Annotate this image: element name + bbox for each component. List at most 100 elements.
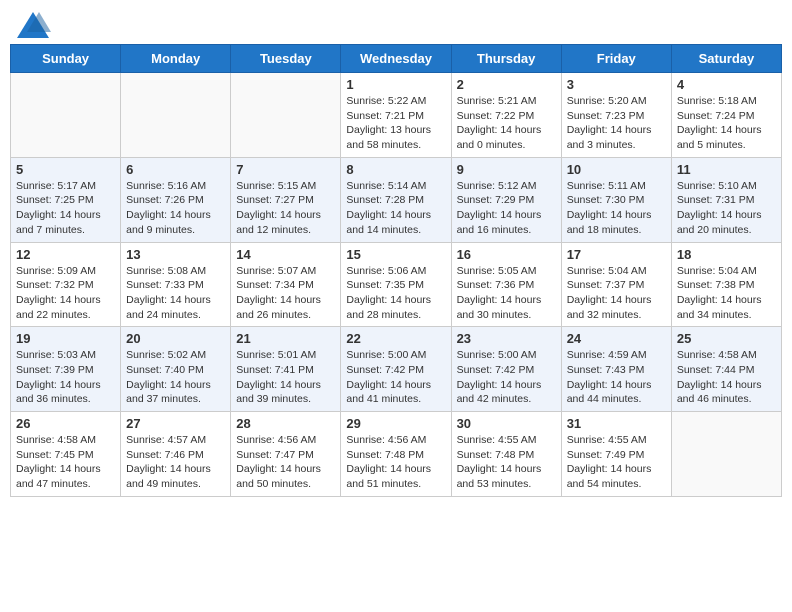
calendar-cell: 22 Sunrise: 5:00 AMSunset: 7:42 PMDayligh… [341, 327, 451, 412]
day-number: 19 [16, 331, 115, 346]
day-info: Sunrise: 5:15 AMSunset: 7:27 PMDaylight:… [236, 179, 335, 238]
weekday-header-tuesday: Tuesday [231, 45, 341, 73]
weekday-header-wednesday: Wednesday [341, 45, 451, 73]
day-info: Sunrise: 5:21 AMSunset: 7:22 PMDaylight:… [457, 94, 556, 153]
day-info: Sunrise: 4:56 AMSunset: 7:48 PMDaylight:… [346, 433, 445, 492]
day-number: 4 [677, 77, 776, 92]
day-number: 14 [236, 247, 335, 262]
weekday-header-sunday: Sunday [11, 45, 121, 73]
day-info: Sunrise: 5:16 AMSunset: 7:26 PMDaylight:… [126, 179, 225, 238]
day-info: Sunrise: 5:08 AMSunset: 7:33 PMDaylight:… [126, 264, 225, 323]
calendar-cell: 14Sunrise: 5:07 AMSunset: 7:34 PMDayligh… [231, 242, 341, 327]
day-number: 8 [346, 162, 445, 177]
calendar-cell: 17 Sunrise: 5:04 AMSunset: 7:37 PMDayligh… [561, 242, 671, 327]
logo [15, 10, 49, 34]
calendar-cell [231, 73, 341, 158]
day-number: 7 [236, 162, 335, 177]
day-info: Sunrise: 4:58 AMSunset: 7:45 PMDaylight:… [16, 433, 115, 492]
day-number: 16 [457, 247, 556, 262]
calendar-cell: 7 Sunrise: 5:15 AMSunset: 7:27 PMDaylight… [231, 157, 341, 242]
day-number: 6 [126, 162, 225, 177]
day-info: Sunrise: 5:00 AMSunset: 7:42 PMDaylight:… [346, 348, 445, 407]
weekday-header-row: SundayMondayTuesdayWednesdayThursdayFrid… [11, 45, 782, 73]
day-number: 1 [346, 77, 445, 92]
day-info: Sunrise: 4:55 AMSunset: 7:49 PMDaylight:… [567, 433, 666, 492]
calendar-cell: 5 Sunrise: 5:17 AMSunset: 7:25 PMDaylight… [11, 157, 121, 242]
day-number: 21 [236, 331, 335, 346]
calendar-cell: 23Sunrise: 5:00 AMSunset: 7:42 PMDayligh… [451, 327, 561, 412]
day-info: Sunrise: 5:03 AMSunset: 7:39 PMDaylight:… [16, 348, 115, 407]
calendar-cell: 12Sunrise: 5:09 AMSunset: 7:32 PMDayligh… [11, 242, 121, 327]
day-info: Sunrise: 5:17 AMSunset: 7:25 PMDaylight:… [16, 179, 115, 238]
day-number: 12 [16, 247, 115, 262]
day-info: Sunrise: 5:02 AMSunset: 7:40 PMDaylight:… [126, 348, 225, 407]
calendar-cell: 18 Sunrise: 5:04 AMSunset: 7:38 PMDayligh… [671, 242, 781, 327]
calendar-cell: 30 Sunrise: 4:55 AMSunset: 7:48 PMDayligh… [451, 412, 561, 497]
week-row-3: 12Sunrise: 5:09 AMSunset: 7:32 PMDayligh… [11, 242, 782, 327]
day-info: Sunrise: 5:01 AMSunset: 7:41 PMDaylight:… [236, 348, 335, 407]
week-row-5: 26 Sunrise: 4:58 AMSunset: 7:45 PMDayligh… [11, 412, 782, 497]
day-number: 13 [126, 247, 225, 262]
day-number: 10 [567, 162, 666, 177]
day-info: Sunrise: 5:04 AMSunset: 7:38 PMDaylight:… [677, 264, 776, 323]
day-number: 25 [677, 331, 776, 346]
calendar-cell [121, 73, 231, 158]
day-number: 26 [16, 416, 115, 431]
calendar-table: SundayMondayTuesdayWednesdayThursdayFrid… [10, 44, 782, 497]
logo-icon [15, 10, 45, 34]
week-row-1: 1 Sunrise: 5:22 AMSunset: 7:21 PMDaylight… [11, 73, 782, 158]
calendar-cell: 26 Sunrise: 4:58 AMSunset: 7:45 PMDayligh… [11, 412, 121, 497]
day-info: Sunrise: 4:55 AMSunset: 7:48 PMDaylight:… [457, 433, 556, 492]
day-info: Sunrise: 5:04 AMSunset: 7:37 PMDaylight:… [567, 264, 666, 323]
page-header [10, 10, 782, 34]
calendar-cell: 31 Sunrise: 4:55 AMSunset: 7:49 PMDayligh… [561, 412, 671, 497]
day-number: 30 [457, 416, 556, 431]
calendar-cell: 15 Sunrise: 5:06 AMSunset: 7:35 PMDayligh… [341, 242, 451, 327]
day-info: Sunrise: 5:05 AMSunset: 7:36 PMDaylight:… [457, 264, 556, 323]
calendar-cell: 9 Sunrise: 5:12 AMSunset: 7:29 PMDaylight… [451, 157, 561, 242]
calendar-cell: 16 Sunrise: 5:05 AMSunset: 7:36 PMDayligh… [451, 242, 561, 327]
calendar-cell: 20 Sunrise: 5:02 AMSunset: 7:40 PMDayligh… [121, 327, 231, 412]
day-number: 18 [677, 247, 776, 262]
weekday-header-friday: Friday [561, 45, 671, 73]
day-number: 31 [567, 416, 666, 431]
day-number: 23 [457, 331, 556, 346]
day-number: 5 [16, 162, 115, 177]
calendar-cell: 1 Sunrise: 5:22 AMSunset: 7:21 PMDaylight… [341, 73, 451, 158]
calendar-cell: 11 Sunrise: 5:10 AMSunset: 7:31 PMDayligh… [671, 157, 781, 242]
week-row-4: 19 Sunrise: 5:03 AMSunset: 7:39 PMDayligh… [11, 327, 782, 412]
day-info: Sunrise: 5:12 AMSunset: 7:29 PMDaylight:… [457, 179, 556, 238]
calendar-cell: 3Sunrise: 5:20 AMSunset: 7:23 PMDaylight… [561, 73, 671, 158]
day-number: 11 [677, 162, 776, 177]
calendar-cell: 21 Sunrise: 5:01 AMSunset: 7:41 PMDayligh… [231, 327, 341, 412]
day-number: 24 [567, 331, 666, 346]
calendar-cell [11, 73, 121, 158]
day-info: Sunrise: 4:56 AMSunset: 7:47 PMDaylight:… [236, 433, 335, 492]
day-number: 27 [126, 416, 225, 431]
day-info: Sunrise: 5:22 AMSunset: 7:21 PMDaylight:… [346, 94, 445, 153]
day-info: Sunrise: 5:18 AMSunset: 7:24 PMDaylight:… [677, 94, 776, 153]
day-number: 2 [457, 77, 556, 92]
calendar-cell [671, 412, 781, 497]
day-info: Sunrise: 5:11 AMSunset: 7:30 PMDaylight:… [567, 179, 666, 238]
day-info: Sunrise: 5:10 AMSunset: 7:31 PMDaylight:… [677, 179, 776, 238]
day-number: 17 [567, 247, 666, 262]
calendar-cell: 4 Sunrise: 5:18 AMSunset: 7:24 PMDaylight… [671, 73, 781, 158]
day-info: Sunrise: 5:06 AMSunset: 7:35 PMDaylight:… [346, 264, 445, 323]
calendar-cell: 2 Sunrise: 5:21 AMSunset: 7:22 PMDaylight… [451, 73, 561, 158]
day-number: 15 [346, 247, 445, 262]
calendar-cell: 24Sunrise: 4:59 AMSunset: 7:43 PMDayligh… [561, 327, 671, 412]
day-number: 22 [346, 331, 445, 346]
day-number: 20 [126, 331, 225, 346]
calendar-cell: 13 Sunrise: 5:08 AMSunset: 7:33 PMDayligh… [121, 242, 231, 327]
week-row-2: 5 Sunrise: 5:17 AMSunset: 7:25 PMDaylight… [11, 157, 782, 242]
weekday-header-thursday: Thursday [451, 45, 561, 73]
weekday-header-monday: Monday [121, 45, 231, 73]
day-number: 9 [457, 162, 556, 177]
weekday-header-saturday: Saturday [671, 45, 781, 73]
calendar-cell: 29Sunrise: 4:56 AMSunset: 7:48 PMDayligh… [341, 412, 451, 497]
calendar-cell: 27Sunrise: 4:57 AMSunset: 7:46 PMDayligh… [121, 412, 231, 497]
calendar-cell: 25Sunrise: 4:58 AMSunset: 7:44 PMDayligh… [671, 327, 781, 412]
calendar-cell: 6 Sunrise: 5:16 AMSunset: 7:26 PMDaylight… [121, 157, 231, 242]
calendar-cell: 28Sunrise: 4:56 AMSunset: 7:47 PMDayligh… [231, 412, 341, 497]
